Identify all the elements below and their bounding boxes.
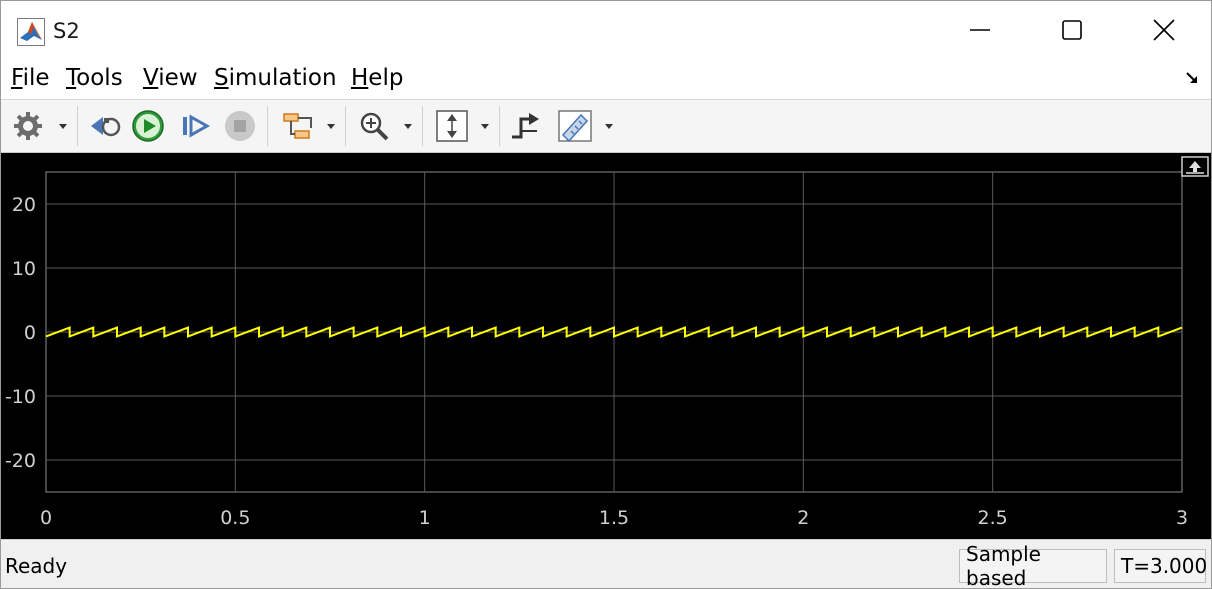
configuration-button[interactable] [11, 109, 45, 143]
chevron-down-icon [327, 123, 335, 129]
chevron-down-icon [59, 123, 67, 129]
x-tick-label: 2 [797, 507, 809, 529]
close-icon [1153, 19, 1175, 41]
triggers-button[interactable] [509, 109, 543, 143]
toolbar-separator [267, 106, 268, 146]
measurements-icon [558, 110, 592, 143]
menu-view-mnemonic: V [143, 65, 159, 91]
highlight-signal-button[interactable] [281, 109, 315, 143]
x-tick-labels: 0 0.5 1 1.5 2 2.5 3 [40, 507, 1188, 529]
measurements-dropdown[interactable] [605, 109, 613, 143]
x-tick-label: 1 [419, 507, 431, 529]
toolbar-separator [345, 106, 346, 146]
y-tick-label: 20 [12, 194, 36, 216]
window-title: S2 [53, 19, 80, 43]
gear-icon [14, 112, 42, 140]
step-back-icon [91, 117, 121, 137]
scale-axes-button[interactable] [435, 109, 469, 143]
stop-button[interactable] [223, 109, 257, 143]
minimize-button[interactable] [934, 1, 1026, 59]
menu-help-label: elp [368, 65, 404, 91]
y-tick-label: -10 [5, 386, 36, 408]
y-tick-label: 0 [24, 322, 36, 344]
scale-axes-dropdown[interactable] [481, 109, 489, 143]
menu-simulation-mnemonic: S [214, 65, 229, 91]
scope-chart: 20 10 0 -10 -20 0 0.5 1 1.5 2 2.5 3 [5, 156, 1209, 529]
status-text: Ready [5, 554, 68, 578]
scope-window: S2 File Tools View Simulation Help 20 10… [0, 0, 1212, 589]
menu-help[interactable]: Help [351, 65, 403, 91]
menu-view[interactable]: View [143, 65, 198, 91]
step-forward-button[interactable] [179, 109, 211, 143]
menu-file-label: ile [22, 65, 50, 91]
x-tick-label: 1.5 [599, 507, 629, 529]
simulation-time: T=3.000 [1114, 549, 1207, 583]
chevron-down-icon [605, 123, 613, 129]
maximize-button[interactable] [1026, 1, 1118, 59]
sample-mode-indicator[interactable]: Sample based [959, 542, 1107, 588]
x-tick-label: 0.5 [220, 507, 250, 529]
scale-axes-icon [436, 110, 468, 142]
status-bar: Ready Sample based T=3.000 [1, 539, 1211, 588]
y-tick-label: 10 [12, 258, 36, 280]
menu-bar: File Tools View Simulation Help [1, 59, 1211, 100]
y-tick-labels: 20 10 0 -10 -20 [5, 194, 36, 472]
menu-simulation[interactable]: Simulation [214, 65, 337, 91]
undock-axes-button[interactable] [1181, 156, 1209, 177]
x-tick-label: 3 [1176, 507, 1188, 529]
matlab-icon [17, 18, 45, 46]
toolbar-separator [77, 106, 78, 146]
step-forward-icon [183, 114, 211, 138]
menu-help-mnemonic: H [351, 65, 369, 91]
menu-tools[interactable]: Tools [66, 65, 123, 91]
y-tick-label: -20 [5, 450, 36, 472]
measurements-button[interactable] [557, 109, 593, 143]
stop-icon [225, 111, 255, 141]
chevron-down-icon [481, 123, 489, 129]
maximize-icon [1062, 20, 1082, 40]
menu-file-mnemonic: F [11, 65, 23, 91]
zoom-button[interactable] [357, 109, 391, 143]
signal-select-dropdown[interactable] [327, 109, 335, 143]
undock-arrow-icon[interactable] [1185, 71, 1199, 85]
menu-simulation-label: imulation [228, 65, 337, 91]
toolbar-separator [499, 106, 500, 146]
menu-file[interactable]: File [11, 65, 50, 91]
configuration-dropdown[interactable] [59, 109, 67, 143]
toolbar [1, 100, 1211, 153]
zoom-dropdown[interactable] [404, 109, 412, 143]
x-tick-label: 2.5 [978, 507, 1008, 529]
minimize-icon [970, 29, 990, 31]
menu-tools-mnemonic: T [66, 65, 77, 91]
close-button[interactable] [1118, 1, 1210, 59]
chevron-down-icon [404, 123, 412, 129]
zoom-icon [360, 112, 389, 141]
menu-view-label: iew [158, 65, 198, 91]
x-tick-label: 0 [40, 507, 52, 529]
triggers-icon [512, 113, 539, 139]
toolbar-separator [422, 106, 423, 146]
run-button[interactable] [131, 109, 165, 143]
scope-plot-area[interactable]: 20 10 0 -10 -20 0 0.5 1 1.5 2 2.5 3 [1, 153, 1211, 539]
title-bar[interactable]: S2 [1, 1, 1211, 59]
step-back-button[interactable] [87, 109, 123, 143]
run-icon [132, 110, 164, 142]
signal-select-icon [283, 113, 312, 139]
menu-tools-label: ools [76, 65, 123, 91]
